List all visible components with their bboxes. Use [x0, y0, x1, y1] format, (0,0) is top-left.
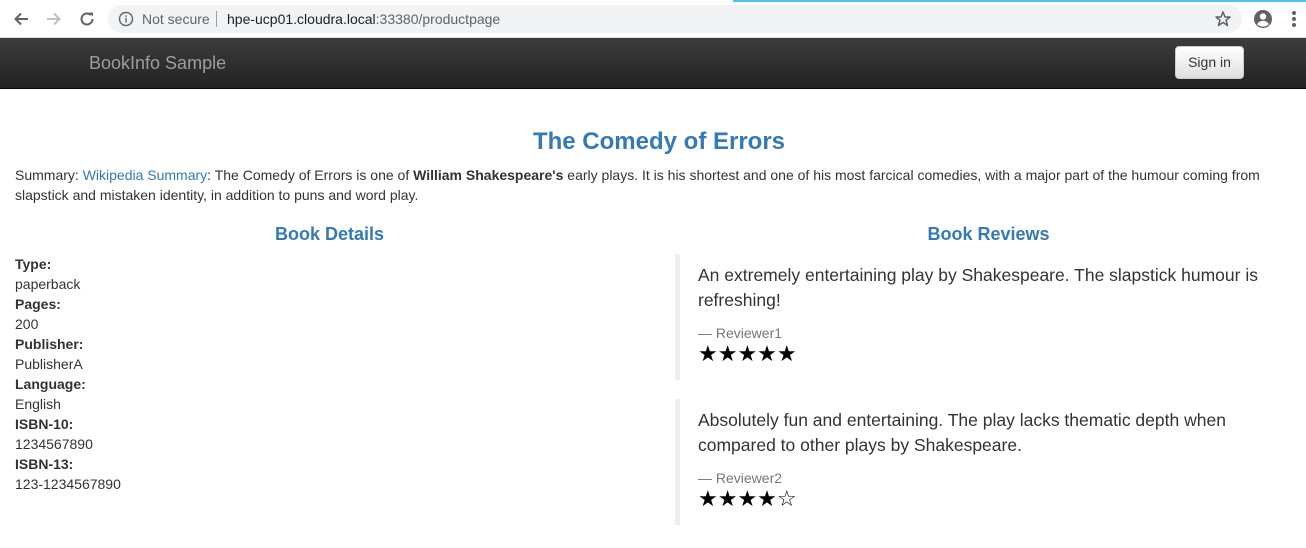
summary-author: William Shakespeare's [413, 167, 564, 183]
brand-link[interactable]: BookInfo Sample [89, 53, 226, 73]
book-details-heading: Book Details [274, 224, 385, 244]
reload-button[interactable] [76, 8, 98, 30]
star-outline-icon[interactable] [1214, 10, 1232, 28]
detail-value-language: English [15, 396, 61, 412]
address-bar[interactable]: Not secure hpe-ucp01.cloudra.local:33380… [108, 5, 1242, 33]
review-item: Absolutely fun and entertaining. The pla… [675, 399, 1275, 525]
wikipedia-summary-link[interactable]: Wikipedia Summary [83, 167, 207, 183]
loading-indicator [0, 0, 1306, 2]
url-host: hpe-ucp01.cloudra.local [227, 11, 376, 27]
browser-toolbar: Not secure hpe-ucp01.cloudra.local:33380… [0, 0, 1306, 38]
info-icon[interactable] [118, 11, 134, 27]
reviewer-name: — Reviewer2 [698, 470, 783, 486]
arrow-left-icon [14, 12, 28, 26]
book-reviews-heading: Book Reviews [927, 224, 1050, 244]
back-button[interactable] [10, 8, 32, 30]
detail-label-publisher: Publisher: [15, 336, 84, 352]
sign-in-button[interactable]: Sign in [1175, 46, 1244, 79]
review-text: An extremely entertaining play by Shakes… [698, 265, 1258, 310]
arrow-right-icon [47, 12, 61, 26]
page-title: The Comedy of Errors [532, 128, 786, 155]
book-details-list: Type: paperback Pages: 200 Publisher: Pu… [15, 254, 615, 494]
account-circle-icon[interactable] [1252, 8, 1274, 30]
url-text[interactable]: hpe-ucp01.cloudra.local:33380/productpag… [227, 11, 500, 27]
detail-value-pages: 200 [15, 316, 39, 332]
kebab-menu-icon[interactable] [1284, 9, 1304, 29]
url-path: :33380/productpage [375, 11, 501, 27]
summary-prefix: Summary: [15, 167, 83, 183]
app-navbar: BookInfo Sample Sign in [0, 38, 1306, 89]
detail-label-type: Type: [15, 256, 52, 272]
review-text: Absolutely fun and entertaining. The pla… [698, 410, 1226, 455]
review-item: An extremely entertaining play by Shakes… [675, 254, 1275, 380]
reload-icon [80, 12, 94, 26]
security-label[interactable]: Not secure [142, 11, 210, 27]
detail-value-type: paperback [15, 276, 81, 292]
detail-value-isbn13: 123-1234567890 [15, 476, 121, 492]
reviewer-name: — Reviewer1 [698, 325, 783, 341]
detail-label-language: Language: [15, 376, 86, 392]
address-separator [216, 11, 217, 27]
detail-label-pages: Pages: [15, 296, 61, 312]
product-summary: Summary: Wikipedia Summary: The Comedy o… [15, 165, 1285, 205]
detail-value-publisher: PublisherA [15, 356, 83, 372]
star-rating: ★★★★★ [698, 342, 797, 367]
detail-label-isbn13: ISBN-13: [15, 456, 74, 472]
forward-button[interactable] [43, 8, 65, 30]
detail-label-isbn10: ISBN-10: [15, 416, 74, 432]
detail-value-isbn10: 1234567890 [15, 436, 93, 452]
summary-mid: : The Comedy of Errors is one of [207, 167, 414, 183]
star-rating: ★★★★☆ [698, 487, 797, 512]
